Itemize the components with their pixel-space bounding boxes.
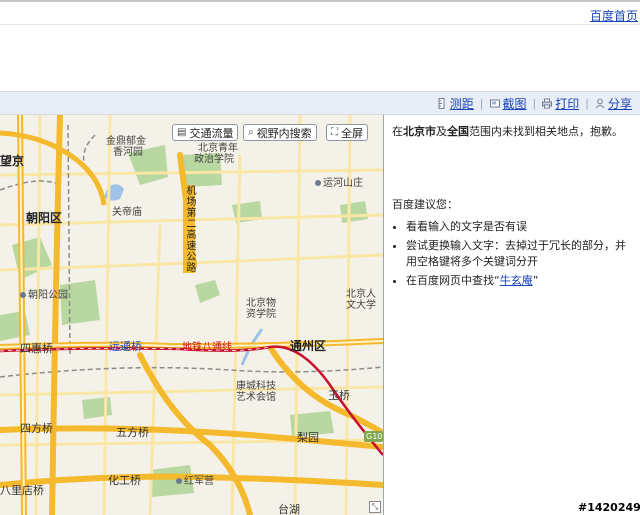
poi-marker-icon [20, 292, 26, 298]
map-label-batong-line: 地铁八通线 [182, 342, 232, 353]
printer-icon [542, 98, 553, 109]
not-found-city: 北京市 [403, 125, 436, 138]
map-label-renmin-2: 文大学 [346, 300, 376, 311]
map-label-g103: G103 [366, 432, 383, 441]
search-result-panel: 在北京市及全国范围内未找到相关地点，抱歉。 百度建议您： 看看输入的文字是否有误… [392, 124, 636, 292]
map-canvas [0, 115, 383, 515]
map-label-guandimiao: 关帝庙 [112, 207, 142, 218]
not-found-scope: 全国 [447, 125, 469, 138]
print-label: 打印 [555, 97, 580, 111]
lake [104, 184, 124, 201]
quote-close: ” [532, 274, 539, 287]
map-label-chaoyang: 朝阳区 [26, 211, 63, 225]
map-label-chaoyang-park-text: 朝阳公园 [28, 290, 68, 301]
not-found-mid: 及 [436, 125, 447, 138]
map-view[interactable]: ▤ 交通流量 ⌕ 视野内搜索 ⛶ 全屏 望京 金鼎郁金 香河园 北京青年 政治学… [0, 115, 384, 515]
toolbar-separator: | [479, 97, 484, 110]
measure-distance-label: 测距 [449, 97, 474, 111]
map-label-yunhe: 运河山庄 [315, 178, 363, 190]
share-label: 分享 [607, 97, 632, 111]
map-label-sihuiqiao: 四惠桥 [20, 342, 53, 355]
map-label-liyuan: 梨园 [297, 431, 319, 444]
ruler-icon [438, 98, 445, 109]
traffic-icon: ▤ [177, 127, 187, 138]
top-border [0, 0, 640, 2]
map-label-kangcheng-2: 艺术会馆 [236, 392, 276, 403]
suggestion-item: 尝试更换输入文字：去掉过于冗长的部分，并用空格键将多个关键词分开 [406, 238, 636, 270]
map-label-xiangheyuan: 香河园 [113, 147, 143, 158]
map-label-tongzhou: 通州区 [290, 339, 327, 353]
poi-marker-icon [176, 478, 182, 484]
search-in-view-label: 视野内搜索 [256, 126, 312, 140]
poi-marker-icon [315, 180, 321, 186]
traffic-flow-label: 交通流量 [189, 126, 234, 140]
not-found-post: 范围内未找到相关地点，抱歉。 [469, 125, 623, 138]
map-label-hongjunying: 红军营 [176, 476, 214, 488]
map-tools: 测距 | 截图 | 打印 | 分享 [437, 95, 632, 112]
search-icon: ⌕ [248, 127, 254, 138]
share-button[interactable]: 分享 [595, 95, 632, 112]
screenshot-icon [489, 99, 500, 108]
toolbar-separator: | [532, 97, 537, 110]
map-toolbar: 测距 | 截图 | 打印 | 分享 [0, 91, 640, 115]
map-label-wangjing: 望京 [0, 154, 25, 168]
image-watermark: #1420249 [578, 501, 640, 514]
traffic-flow-button[interactable]: ▤ 交通流量 [172, 124, 239, 141]
map-label-airport-expressway: 机场第二高速公路 [183, 185, 195, 273]
fullscreen-label: 全屏 [341, 126, 363, 140]
suggestion-title: 百度建议您： [392, 198, 458, 211]
map-label-sifangqiao: 四方桥 [20, 422, 53, 435]
map-label-wuzi-2: 资学院 [246, 309, 276, 320]
screenshot-button[interactable]: 截图 [489, 95, 527, 112]
fullscreen-icon: ⛶ [331, 127, 338, 138]
web-search-link[interactable]: 牛玄庵 [500, 274, 533, 287]
map-label-hongjunying-text: 红军营 [184, 476, 214, 487]
map-label-huagongqiao: 化工桥 [108, 474, 141, 487]
print-button[interactable]: 打印 [542, 95, 579, 112]
toolbar-separator: | [585, 97, 589, 110]
share-icon [595, 98, 605, 109]
map-label-yunhe-text: 运河山庄 [323, 178, 363, 189]
resize-handle-icon[interactable]: ⤡ [369, 501, 381, 513]
map-label-yuqiao: 玉桥 [328, 389, 350, 402]
search-in-view-button[interactable]: ⌕ 视野内搜索 [243, 124, 317, 141]
map-label-balidianqiao: 八里店桥 [0, 484, 44, 497]
baidu-home-link[interactable]: 百度首页 [590, 7, 638, 24]
map-label-zhengzhi-xueyuan: 政治学院 [194, 154, 234, 165]
not-found-pre: 在 [392, 125, 403, 138]
suggestion-item: 看看输入的文字是否有误 [406, 219, 636, 235]
measure-distance-button[interactable]: 测距 [437, 95, 474, 112]
suggestion-list: 看看输入的文字是否有误 尝试更换输入文字：去掉过于冗长的部分，并用空格键将多个关… [392, 219, 636, 289]
screenshot-label: 截图 [502, 97, 527, 111]
fullscreen-button[interactable]: ⛶ 全屏 [326, 124, 368, 141]
map-label-chaoyang-park: 朝阳公园 [20, 290, 68, 302]
map-label-yuantongqiao: 远通桥 [109, 340, 142, 353]
suggestion-item: 在百度网页中查找“牛玄庵” [406, 273, 636, 289]
header-divider [0, 24, 640, 25]
not-found-message: 在北京市及全国范围内未找到相关地点，抱歉。 [392, 124, 636, 140]
suggestion-web-search-text: 在百度网页中查找 [406, 274, 494, 287]
map-label-wufangqiao: 五方桥 [116, 426, 149, 439]
map-label-taihu: 台湖 [278, 503, 300, 515]
